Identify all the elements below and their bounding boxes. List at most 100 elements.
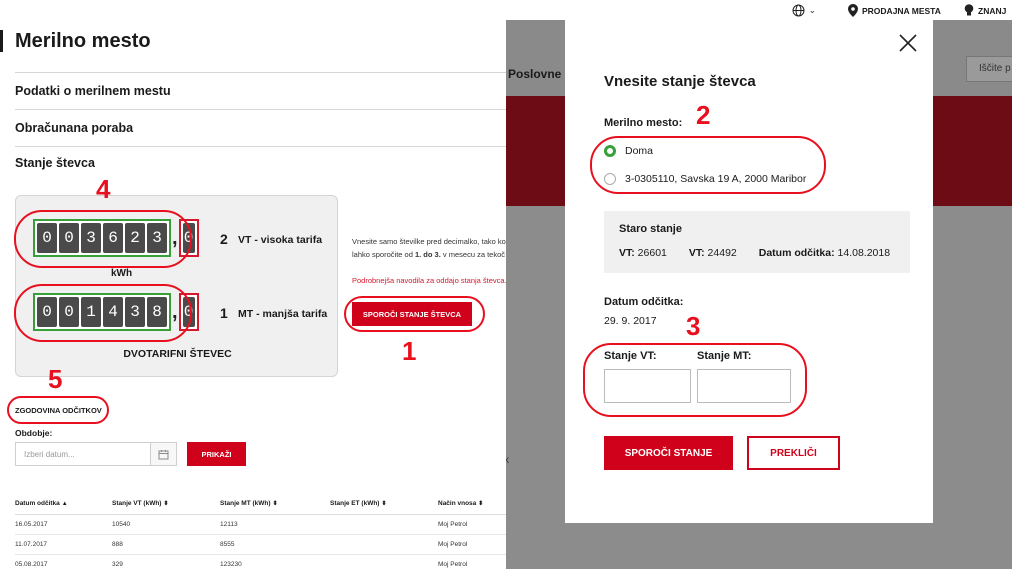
meter-reading-modal: Vnesite stanje števca Merilno mesto: Dom… xyxy=(565,18,933,523)
annotation-ring-4 xyxy=(14,210,192,268)
cell: 11.07.2017 xyxy=(15,534,112,555)
table-header-row: Datum odčitka ▲ Stanje VT (kWh) ⬍ Stanje M… xyxy=(15,494,506,515)
vt-number: 2 xyxy=(220,231,228,247)
prev-date: Datum odčitka: 14.08.2018 xyxy=(759,247,890,259)
table-row: 05.08.2017 329 123230 Moj Petrol xyxy=(15,554,506,569)
section-meter-reading[interactable]: Stanje števca xyxy=(15,156,95,170)
col-et-label: Stanje ET (kWh) xyxy=(330,500,380,508)
instructions-dates: 1. do 3. xyxy=(414,250,441,259)
sort-icon: ⬍ xyxy=(478,501,484,508)
reading-date-label: Datum odčitka: xyxy=(604,296,684,308)
annotation-ring-1 xyxy=(344,296,485,332)
col-date[interactable]: Datum odčitka ▲ xyxy=(15,494,112,515)
submit-reading-button[interactable]: SPOROČI STANJE xyxy=(604,436,733,470)
globe-icon xyxy=(792,4,805,17)
cell: 05.08.2017 xyxy=(15,554,112,569)
calendar-icon[interactable] xyxy=(150,442,177,466)
prev-mt-value: 24492 xyxy=(707,247,737,259)
instructions-part: lahko sporočite od xyxy=(352,250,415,259)
shops-label: PRODAJNA MESTA xyxy=(862,5,941,16)
cell: Moj Petrol xyxy=(438,554,506,569)
instructions-text: Vnesite samo številke pred decimalko, ta… xyxy=(352,235,506,261)
prev-date-value: 14.08.2018 xyxy=(837,247,891,259)
cell: Moj Petrol xyxy=(438,534,506,555)
divider xyxy=(15,72,506,73)
knowledge-label: ZNANJ xyxy=(978,5,1007,16)
modal-title: Vnesite stanje števca xyxy=(604,73,756,90)
history-table: Datum odčitka ▲ Stanje VT (kWh) ⬍ Stanje M… xyxy=(15,494,506,569)
annotation-4: 4 xyxy=(96,174,111,204)
cell: 12113 xyxy=(220,514,330,535)
previous-reading: Staro stanje VT: 26601 VT: 24492 Datum o… xyxy=(604,211,910,273)
cell: 888 xyxy=(112,534,220,555)
instructions-line-1: Vnesite samo številke pred decimalko, ta… xyxy=(352,237,506,246)
cell: 123230 xyxy=(220,554,330,569)
show-button[interactable]: PRIKAŽI xyxy=(187,442,246,466)
section-consumption[interactable]: Obračunana poraba xyxy=(15,121,133,135)
chevron-down-icon: ⌄ xyxy=(809,6,816,15)
previous-reading-values: VT: 26601 VT: 24492 Datum odčitka: 14.08… xyxy=(619,247,890,259)
language-selector[interactable]: ⌄ xyxy=(792,4,816,17)
sort-icon: ⬍ xyxy=(381,501,387,508)
title-accent-bar xyxy=(0,30,3,52)
location-pin-icon xyxy=(848,4,858,17)
col-mt-label: Stanje MT (kWh) xyxy=(220,500,271,508)
calendar-icon-svg xyxy=(158,449,169,459)
col-date-label: Datum odčitka xyxy=(15,500,60,508)
prev-vt: VT: 26601 xyxy=(619,247,667,259)
col-et[interactable]: Stanje ET (kWh) ⬍ xyxy=(330,494,438,515)
annotation-ring-5 xyxy=(7,396,109,424)
meter-page: Merilno mesto Podatki o merilnem mestu O… xyxy=(0,0,506,569)
close-icon[interactable] xyxy=(898,33,918,53)
annotation-2: 2 xyxy=(696,100,711,130)
page-title: Merilno mesto xyxy=(15,30,151,52)
prev-mt: VT: 24492 xyxy=(689,247,737,259)
lightbulb-icon xyxy=(964,4,974,16)
top-bar: ⌄ PRODAJNA MESTA ZNANJ xyxy=(506,0,1012,20)
cancel-button[interactable]: PREKLIČI xyxy=(747,436,840,470)
previous-reading-title: Staro stanje xyxy=(619,223,682,235)
shops-link[interactable]: PRODAJNA MESTA xyxy=(848,4,941,17)
cell: Moj Petrol xyxy=(438,514,506,535)
sort-asc-icon: ▲ xyxy=(61,501,68,508)
meter-caption: DVOTARIFNI ŠTEVEC xyxy=(123,348,232,360)
prev-date-label: Datum odčitka: xyxy=(758,247,835,259)
knowledge-link[interactable]: ZNANJ xyxy=(964,4,1006,17)
annotation-3: 3 xyxy=(686,311,701,341)
cell: 329 xyxy=(112,554,220,569)
col-method[interactable]: Način vnosa ⬍ xyxy=(438,494,506,515)
table-row: 16.05.2017 10540 12113 Moj Petrol xyxy=(15,514,506,535)
bg-search: Iščite p xyxy=(966,56,1012,82)
mt-number: 1 xyxy=(220,305,228,321)
col-vt-label: Stanje VT (kWh) xyxy=(112,500,162,508)
prev-mt-label: VT: xyxy=(688,247,705,259)
instructions-part: v mesecu za tekoč xyxy=(440,250,506,259)
annotation-1: 1 xyxy=(402,336,417,366)
cell: 16.05.2017 xyxy=(15,514,112,535)
divider xyxy=(15,109,506,110)
cell xyxy=(330,534,438,555)
reading-date-value: 29. 9. 2017 xyxy=(604,315,657,327)
section-meter-data[interactable]: Podatki o merilnem mestu xyxy=(15,84,171,98)
col-vt[interactable]: Stanje VT (kWh) ⬍ xyxy=(112,494,220,515)
meter-place-label: Merilno mesto: xyxy=(604,117,683,129)
col-method-label: Način vnosa xyxy=(438,500,477,508)
annotation-5: 5 xyxy=(48,364,63,394)
sort-icon: ⬍ xyxy=(163,501,169,508)
table-row: 11.07.2017 888 8555 Moj Petrol xyxy=(15,534,506,555)
prev-vt-label: VT: xyxy=(619,247,635,259)
annotation-ring-3 xyxy=(583,343,807,417)
instructions-link[interactable]: Podrobnejša navodila za oddajo stanja št… xyxy=(352,276,506,285)
col-mt[interactable]: Stanje MT (kWh) ⬍ xyxy=(220,494,330,515)
bg-stray-text: k xyxy=(506,455,509,466)
divider xyxy=(15,146,506,147)
cell xyxy=(330,514,438,535)
mt-label: MT - manjša tarifa xyxy=(238,308,328,320)
period-label: Obdobje: xyxy=(15,428,53,438)
sort-icon: ⬍ xyxy=(272,501,278,508)
bg-nav-text: Poslovne xyxy=(508,67,562,81)
cell: 10540 xyxy=(112,514,220,535)
vt-label: VT - visoka tarifa xyxy=(238,234,323,246)
cell: 8555 xyxy=(220,534,330,555)
unit-label: kWh xyxy=(111,268,133,279)
